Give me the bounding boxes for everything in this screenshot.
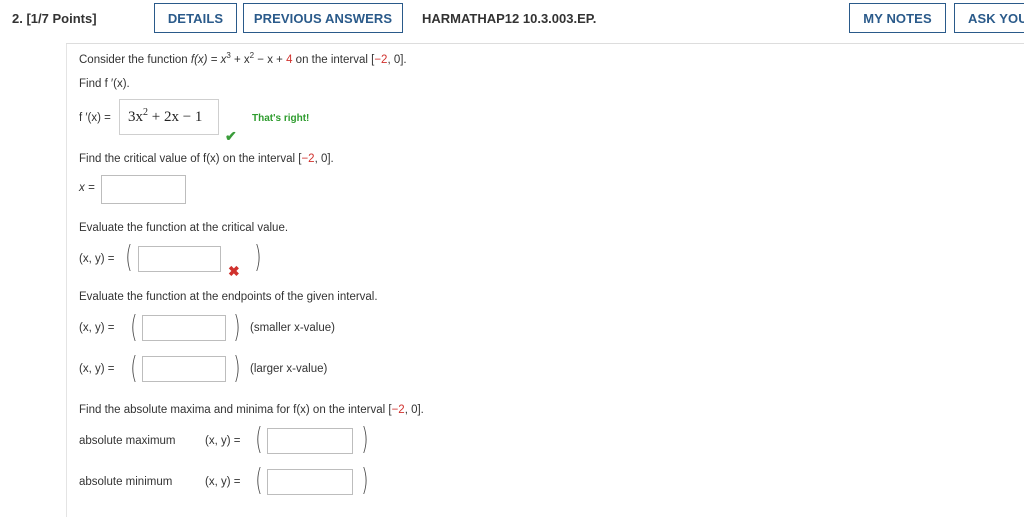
header-divider — [66, 43, 1024, 44]
intro-interval-sep: , 0]. — [387, 53, 407, 66]
find-absolute-prompt: Find the absolute maxima and minima for … — [79, 404, 424, 416]
larger-endpoint-label: (x, y) = — [79, 363, 115, 375]
intro-minus: − x + — [254, 53, 287, 66]
abs-max-xy-label: (x, y) = — [205, 435, 241, 447]
problem-code: HARMATHAP12 10.3.003.EP. — [422, 11, 597, 26]
derivative-answer-b: + 2x − 1 — [148, 109, 203, 125]
find-critical-text: Find the critical value of f(x) on the i… — [79, 153, 302, 165]
intro-prefix: Consider the function — [79, 53, 191, 66]
abs-max-close-paren: ) — [361, 422, 369, 457]
derivative-answer: 3x2 + 2x − 1 — [128, 107, 203, 126]
question-number: 2. — [12, 11, 23, 26]
larger-open-paren: ( — [130, 351, 138, 386]
smaller-close-paren: ) — [233, 310, 241, 345]
absolute-interval-rest: , 0]. — [404, 404, 424, 416]
intro-interval-left: −2 — [374, 53, 388, 66]
abs-min-open-paren: ( — [255, 463, 263, 498]
smaller-endpoint-label: (x, y) = — [79, 322, 115, 334]
abs-max-input[interactable] — [267, 428, 353, 454]
content-left-border — [66, 44, 67, 517]
intro-function: f(x) = x — [190, 53, 227, 66]
intro-interval-prefix: on the interval [ — [292, 53, 375, 66]
larger-x-hint: (larger x-value) — [250, 363, 328, 375]
derivative-answer-box[interactable]: 3x2 + 2x − 1 — [119, 99, 219, 135]
larger-close-paren: ) — [233, 351, 241, 386]
critical-interval-rest: , 0]. — [314, 153, 334, 165]
find-critical-prompt: Find the critical value of f(x) on the i… — [79, 153, 334, 165]
derivative-answer-a: 3x — [128, 109, 143, 125]
critical-point-close-paren: ) — [254, 240, 262, 275]
previous-answers-button[interactable]: PREVIOUS ANSWERS — [243, 3, 403, 33]
derivative-label: f ′(x) = — [79, 112, 111, 124]
evaluate-endpoints-prompt: Evaluate the function at the endpoints o… — [79, 291, 378, 303]
intro-plus-x: + x — [230, 53, 250, 66]
critical-value-input[interactable] — [101, 175, 186, 204]
feedback-correct: That's right! — [252, 113, 310, 124]
question-header: 2. [1/7 Points] — [12, 11, 97, 26]
details-button[interactable]: DETAILS — [154, 3, 237, 33]
absolute-interval-left: −2 — [391, 404, 405, 416]
abs-min-input[interactable] — [267, 469, 353, 495]
abs-min-label: absolute minimum — [79, 476, 173, 488]
abs-max-open-paren: ( — [255, 422, 263, 457]
critical-interval-left: −2 — [301, 153, 315, 165]
check-icon: ✔ — [225, 128, 237, 144]
function-statement: Consider the function f(x) = x3 + x2 − x… — [79, 51, 407, 66]
x-mark-icon: ✖ — [228, 263, 240, 279]
critical-point-open-paren: ( — [125, 240, 133, 275]
smaller-x-hint: (smaller x-value) — [250, 322, 335, 334]
find-derivative-prompt: Find f ′(x). — [79, 78, 130, 90]
my-notes-button[interactable]: MY NOTES — [849, 3, 946, 33]
find-absolute-text: Find the absolute maxima and minima for … — [79, 404, 392, 416]
critical-x-label: x = — [79, 182, 95, 194]
abs-min-xy-label: (x, y) = — [205, 476, 241, 488]
smaller-endpoint-input[interactable] — [142, 315, 226, 341]
critical-point-label: (x, y) = — [79, 253, 115, 265]
smaller-open-paren: ( — [130, 310, 138, 345]
points-label: [1/7 Points] — [26, 11, 97, 26]
critical-point-input[interactable] — [138, 246, 221, 272]
abs-max-label: absolute maximum — [79, 435, 176, 447]
larger-endpoint-input[interactable] — [142, 356, 226, 382]
evaluate-critical-prompt: Evaluate the function at the critical va… — [79, 222, 289, 234]
ask-your-teacher-button[interactable]: ASK YOU — [954, 3, 1024, 33]
derivative-answer-exp: 2 — [143, 107, 148, 118]
abs-min-close-paren: ) — [361, 463, 369, 498]
